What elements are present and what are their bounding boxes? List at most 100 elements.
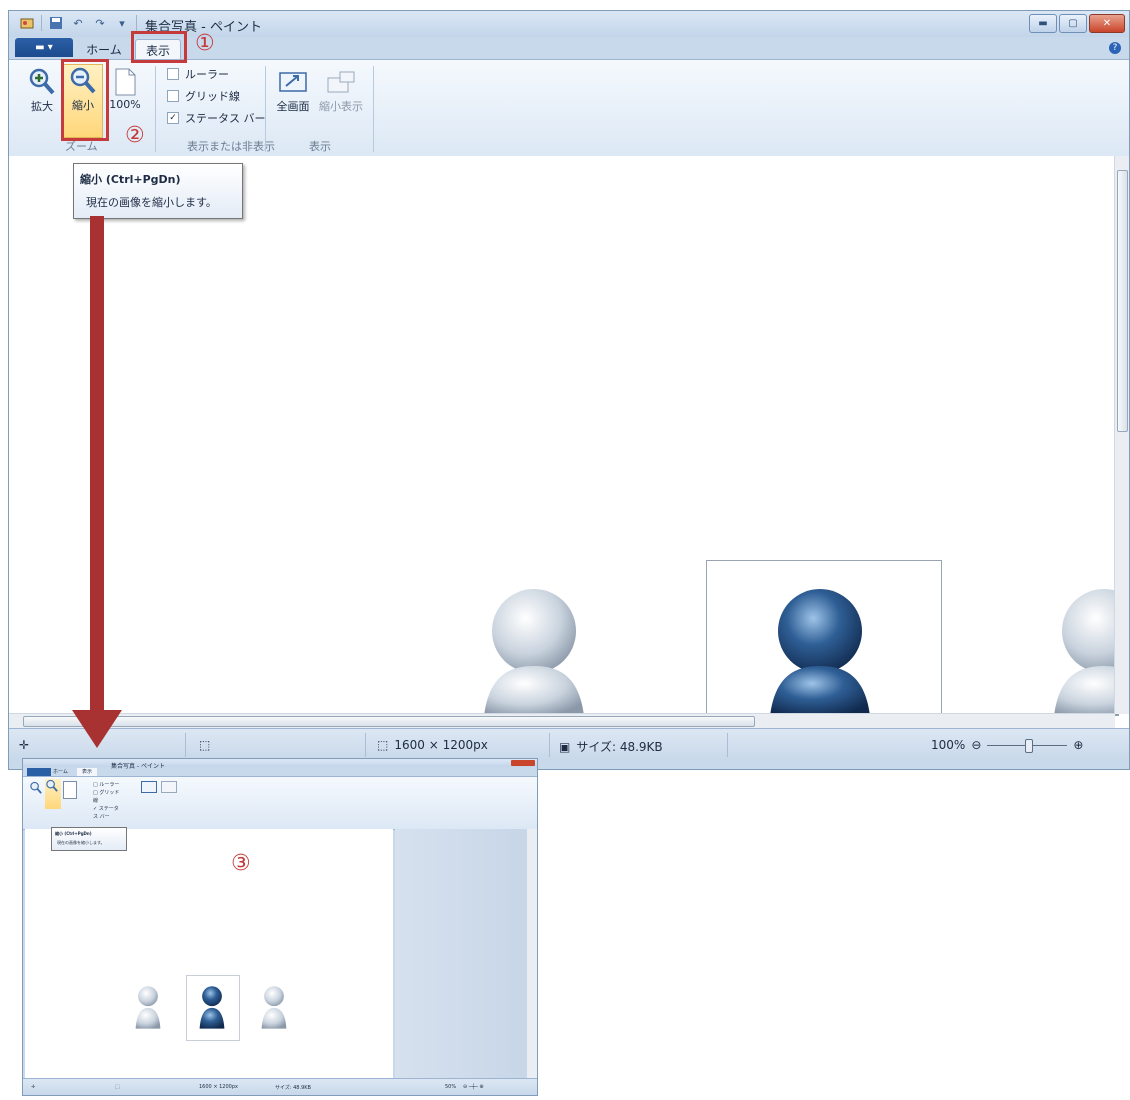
canvas-area-small[interactable]: ③	[25, 829, 393, 1079]
status-bar: ✛ ⬚ ⬚ 1600 × 1200px ▣ サイズ: 48.9KB 100% ⊖…	[9, 728, 1129, 761]
workspace-background-small	[395, 829, 527, 1079]
tab-view-small[interactable]: 表示	[77, 768, 97, 776]
qat-separator	[41, 15, 42, 31]
zoom-slider[interactable]	[987, 738, 1068, 753]
step3-marker: ③	[231, 851, 251, 876]
selection-size-icon-small: ⬚	[115, 1084, 120, 1090]
window-controls: ▬ ▢ ✕	[1029, 14, 1125, 33]
undo-icon[interactable]: ↶	[70, 15, 86, 31]
canvas-area[interactable]	[9, 156, 1129, 728]
ribbon-separator	[155, 66, 156, 152]
ribbon-view: 拡大 縮小 100% ズーム ルーラー グリッド線 ✓ ステータス バー 表示ま…	[9, 59, 1129, 157]
file-size: ▣ サイズ: 48.9KB	[559, 738, 663, 755]
statusbar-check-icon: ✓	[167, 112, 179, 124]
paint-app-icon[interactable]	[19, 15, 35, 31]
gridlines-checkbox[interactable]: グリッド線	[167, 88, 240, 104]
step2-highlight-box	[61, 59, 109, 141]
tab-home-small[interactable]: ホーム	[53, 768, 68, 775]
quick-access-toolbar: ↶ ↷ ▾	[19, 15, 137, 31]
down-arrow-annotation	[72, 216, 122, 748]
zoom-in-icon-small[interactable]	[29, 781, 43, 805]
person-figure-silver-partial	[1054, 589, 1119, 716]
ribbon-view-small: □ ルーラー □ グリッド線 ✓ ステータス バー	[23, 776, 537, 830]
dimensions-text: 1600 × 1200px	[394, 738, 488, 752]
vertical-scrollbar[interactable]	[1114, 156, 1129, 714]
tooltip-title: 縮小 (Ctrl+PgDn)	[80, 173, 181, 186]
paint-window-result: 集合写真 - ペイント ホーム 表示 □ ルーラー □ グリッド線 ✓ ステータス …	[22, 758, 538, 1096]
zoom-out-button-small[interactable]	[45, 779, 61, 809]
actual-size-button[interactable]: 100%	[105, 66, 145, 126]
tooltip-title-small: 縮小 (Ctrl+PgDn)	[55, 831, 92, 836]
zoom-in-button[interactable]: 拡大	[25, 66, 59, 126]
vertical-scrollbar-small[interactable]	[527, 829, 537, 1079]
tooltip-description: 現在の画像を縮小します。	[86, 196, 217, 209]
paint-window: ↶ ↷ ▾ 集合写真 - ペイント ▬ ▢ ✕ ▬ ▾ ホーム 表示 ? 拡大	[8, 10, 1130, 770]
window-controls-small[interactable]	[511, 760, 535, 766]
fullscreen-label: 全画面	[276, 100, 310, 113]
redo-icon[interactable]: ↷	[92, 15, 108, 31]
status-separator	[727, 733, 728, 757]
fullscreen-button[interactable]: 全画面	[273, 66, 313, 126]
zoom-out-tooltip: 縮小 (Ctrl+PgDn) 現在の画像を縮小します。	[73, 163, 243, 219]
actual-size-label: 100%	[109, 98, 141, 111]
fullscreen-icon	[278, 66, 308, 98]
person-figure-blue	[770, 589, 870, 716]
ribbon-separator	[265, 66, 266, 152]
ribbon-separator	[373, 66, 374, 152]
display-group-label: 表示	[309, 140, 331, 153]
gridlines-check-icon	[167, 90, 179, 102]
zoom-in-icon	[27, 66, 57, 98]
ruler-label: ルーラー	[185, 68, 229, 81]
status-bar-small: ✛ ⬚ 1600 × 1200px サイズ: 48.9KB 50% ⊖ ─┼─ …	[23, 1078, 537, 1095]
thumbnail-button[interactable]: 縮小表示	[315, 66, 367, 126]
help-icon[interactable]: ?	[1109, 42, 1121, 54]
ruler-checkbox[interactable]: ルーラー	[167, 66, 229, 82]
step2-marker: ②	[125, 123, 145, 148]
customize-qat-icon[interactable]: ▾	[114, 15, 130, 31]
qat-separator	[136, 15, 137, 31]
dimensions-text-small: 1600 × 1200px	[199, 1084, 238, 1090]
file-size-text: サイズ: 48.9KB	[576, 740, 663, 754]
horizontal-scrollbar[interactable]	[9, 713, 1115, 728]
paint-menu-button[interactable]: ▬ ▾	[15, 38, 73, 57]
zoom-out-small-icon[interactable]: ⊖	[971, 738, 981, 752]
disk-icon: ▣	[559, 739, 571, 754]
zoom-out-tooltip-small: 縮小 (Ctrl+PgDn) 現在の画像を縮小します。	[51, 827, 127, 851]
step1-highlight-box	[131, 31, 187, 63]
zoom-in-small-icon[interactable]: ⊕	[1073, 738, 1083, 752]
step1-marker: ①	[195, 31, 215, 56]
thumbnail-icon	[326, 66, 356, 98]
show-hide-options-small[interactable]: □ ルーラー □ グリッド線 ✓ ステータス バー	[93, 781, 123, 820]
paint-menu-button-small[interactable]	[27, 768, 51, 776]
save-icon[interactable]	[48, 15, 64, 31]
gridlines-label: グリッド線	[185, 90, 240, 103]
statusbar-checkbox[interactable]: ✓ ステータス バー	[167, 110, 266, 126]
ruler-check-icon	[167, 68, 179, 80]
page-icon-small[interactable]	[63, 781, 77, 799]
horizontal-scroll-thumb[interactable]	[23, 716, 755, 727]
zoom-slider-thumb[interactable]	[1025, 738, 1034, 753]
image-dimensions: ⬚ 1600 × 1200px	[377, 738, 488, 752]
person-figure-silver-small-2	[261, 986, 287, 1029]
zoom-slider-small[interactable]: ⊖ ─┼─ ⊕	[463, 1084, 484, 1090]
dimensions-icon: ⬚	[377, 738, 389, 752]
zoom-in-label: 拡大	[31, 100, 53, 113]
person-figure-silver	[484, 589, 584, 716]
zoom-level: 100% ⊖ ⊕	[931, 738, 1083, 753]
status-separator	[365, 733, 366, 757]
page-icon	[110, 66, 140, 98]
thumbnail-label: 縮小表示	[319, 100, 363, 113]
tab-home[interactable]: ホーム	[79, 39, 129, 59]
person-figure-silver-small	[135, 986, 161, 1029]
thumbnail-icon-small[interactable]	[161, 781, 177, 793]
maximize-button[interactable]: ▢	[1059, 14, 1087, 33]
close-button[interactable]: ✕	[1089, 14, 1125, 33]
title-bar-small: 集合写真 - ペイント	[23, 759, 537, 770]
fullscreen-icon-small[interactable]	[141, 781, 157, 793]
status-separator	[185, 733, 186, 757]
status-separator	[549, 733, 550, 757]
selection-size-icon: ⬚	[199, 738, 211, 752]
minimize-button[interactable]: ▬	[1029, 14, 1057, 33]
tooltip-description-small: 現在の画像を縮小します。	[57, 840, 105, 845]
vertical-scroll-thumb[interactable]	[1117, 170, 1128, 432]
